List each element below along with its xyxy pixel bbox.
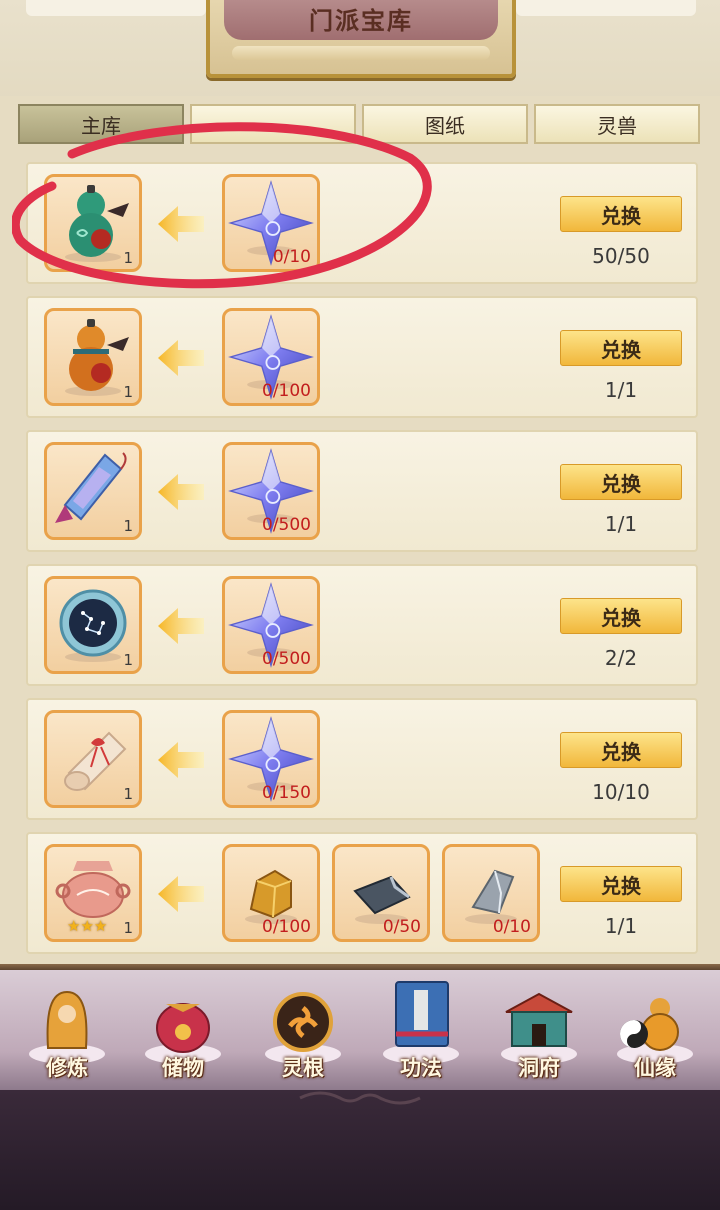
reward-slot[interactable]: 1 <box>44 576 142 674</box>
top-bar-left <box>26 0 206 16</box>
cost-progress: 0/150 <box>262 783 311 803</box>
exchange-button[interactable]: 兑换 <box>560 464 682 500</box>
exchange-limit: 1/1 <box>604 914 638 938</box>
cost-slot[interactable]: 0/500 <box>222 576 320 674</box>
exchange-limit: 1/1 <box>604 512 638 536</box>
reward-quantity: 1 <box>123 383 133 401</box>
exchange-button[interactable]: 兑换 <box>560 866 682 902</box>
reward-slot[interactable]: 1 <box>44 710 142 808</box>
reward-quantity: 1 <box>123 919 133 937</box>
reward-quantity: 1 <box>123 517 133 535</box>
tab-label: 主库 <box>81 113 121 138</box>
page-title: 门派宝库 <box>309 7 413 35</box>
tab-spirit-beasts[interactable]: 灵兽 <box>534 104 700 144</box>
exchange-limit: 10/10 <box>592 780 650 804</box>
ornament-icon <box>299 1091 421 1105</box>
cost-slot[interactable]: 0/100 <box>222 844 320 942</box>
exchange-button-label: 兑换 <box>601 873 641 898</box>
exchange-button-label: 兑换 <box>601 739 641 764</box>
exchange-button[interactable]: 兑换 <box>560 330 682 366</box>
arrow-left-icon <box>156 740 206 780</box>
reward-slot[interactable]: 1 <box>44 442 142 540</box>
exchange-limit: 1/1 <box>604 378 638 402</box>
bottom-nav: 修炼 储物 灵根 功法 洞府 仙缘 <box>0 964 720 1090</box>
cost-progress: 0/100 <box>262 917 311 937</box>
nav-label: 功法 <box>400 1056 442 1080</box>
title-banner: 门派宝库 <box>224 0 498 40</box>
nav-spirit-root[interactable]: 灵根 <box>248 978 358 1088</box>
arrow-left-icon <box>156 204 206 244</box>
nav-edge-trim <box>0 964 720 970</box>
arrow-left-icon <box>156 472 206 512</box>
nav-storage[interactable]: 储物 <box>128 978 238 1088</box>
exchange-button-label: 兑换 <box>601 337 641 362</box>
nav-technique[interactable]: 功法 <box>366 978 476 1088</box>
nav-label: 洞府 <box>518 1056 560 1080</box>
reward-slot[interactable]: ★★★ 1 <box>44 844 142 942</box>
exchange-button[interactable]: 兑换 <box>560 196 682 232</box>
tab-label: 灵兽 <box>597 113 637 138</box>
tab-second[interactable] <box>190 104 356 144</box>
nav-label: 修炼 <box>46 1056 88 1080</box>
nav-cave-house[interactable]: 洞府 <box>484 978 594 1088</box>
title-plaque: 门派宝库 <box>206 0 516 78</box>
star-icon: ★ <box>67 917 81 935</box>
exchange-row: 1 0/500 兑换 1/1 <box>26 430 698 552</box>
main-panel: 主库 图纸 灵兽 1 0/10 兑换 50/50 1 0/100 兑换 1/1 … <box>0 96 720 964</box>
cost-progress: 0/10 <box>492 917 531 937</box>
reward-quantity: 1 <box>123 249 133 267</box>
exchange-list: 1 0/10 兑换 50/50 1 0/100 兑换 1/1 1 0/500 兑… <box>26 162 698 966</box>
arrow-left-icon <box>156 874 206 914</box>
reward-slot[interactable]: 1 <box>44 174 142 272</box>
cost-slot[interactable]: 0/100 <box>222 308 320 406</box>
reward-quantity: 1 <box>123 651 133 669</box>
exchange-button[interactable]: 兑换 <box>560 732 682 768</box>
exchange-limit: 2/2 <box>604 646 638 670</box>
cost-slot[interactable]: 0/10 <box>222 174 320 272</box>
nav-label: 仙缘 <box>634 1056 676 1080</box>
title-scroll-ornament <box>232 46 490 60</box>
exchange-button-label: 兑换 <box>601 471 641 496</box>
cost-slot[interactable]: 0/10 <box>442 844 540 942</box>
cost-progress: 0/10 <box>272 247 311 267</box>
cost-progress: 0/100 <box>262 381 311 401</box>
star-icon: ★ <box>93 917 108 935</box>
reward-quantity: 1 <box>123 785 133 803</box>
exchange-button[interactable]: 兑换 <box>560 598 682 634</box>
nav-label: 灵根 <box>282 1056 324 1080</box>
cost-progress: 0/500 <box>262 515 311 535</box>
header-area: 门派宝库 <box>0 0 720 100</box>
exchange-row: 1 0/100 兑换 1/1 <box>26 296 698 418</box>
cost-slot[interactable]: 0/150 <box>222 710 320 808</box>
cost-progress: 0/50 <box>382 917 421 937</box>
exchange-row: 1 0/10 兑换 50/50 <box>26 162 698 284</box>
nav-cultivate[interactable]: 修炼 <box>12 978 122 1088</box>
arrow-left-icon <box>156 338 206 378</box>
exchange-button-label: 兑换 <box>601 203 641 228</box>
reward-slot[interactable]: 1 <box>44 308 142 406</box>
tab-bar: 主库 图纸 灵兽 <box>18 104 700 144</box>
top-bar-right <box>516 0 696 16</box>
tab-blueprints[interactable]: 图纸 <box>362 104 528 144</box>
exchange-limit: 50/50 <box>592 244 650 268</box>
tab-label: 图纸 <box>425 113 465 138</box>
tab-main-library[interactable]: 主库 <box>18 104 184 144</box>
footer-bar <box>0 1090 720 1210</box>
exchange-row: ★★★ 1 0/100 0/50 0/10 兑换 1/1 <box>26 832 698 954</box>
nav-immortal-fate[interactable]: 仙缘 <box>600 978 710 1088</box>
cost-slot[interactable]: 0/50 <box>332 844 430 942</box>
arrow-left-icon <box>156 606 206 646</box>
exchange-row: 1 0/500 兑换 2/2 <box>26 564 698 686</box>
cost-progress: 0/500 <box>262 649 311 669</box>
cost-slot[interactable]: 0/500 <box>222 442 320 540</box>
star-icon: ★ <box>80 917 94 935</box>
star-rating: ★★★ <box>67 917 107 935</box>
nav-label: 储物 <box>162 1056 204 1080</box>
exchange-row: 1 0/150 兑换 10/10 <box>26 698 698 820</box>
exchange-button-label: 兑换 <box>601 605 641 630</box>
